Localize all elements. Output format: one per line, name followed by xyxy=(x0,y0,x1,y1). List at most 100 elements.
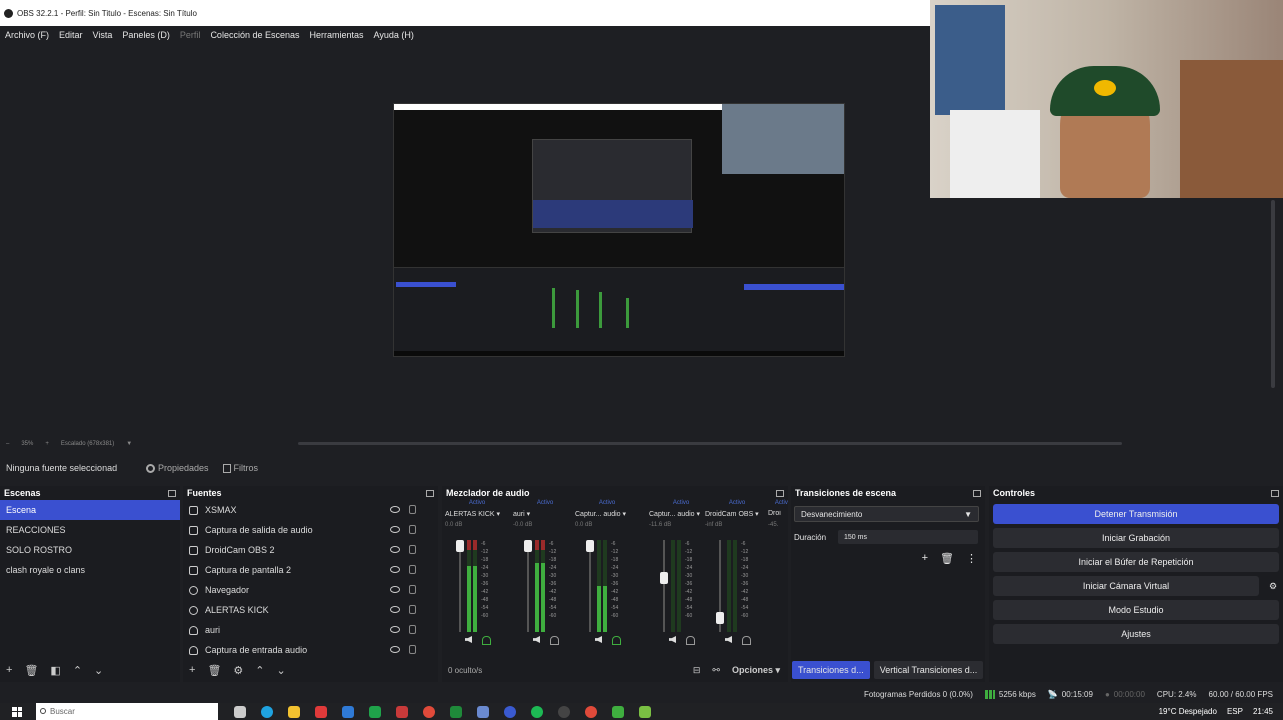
xbox-icon[interactable] xyxy=(450,705,462,718)
headphones-icon[interactable] xyxy=(550,636,559,645)
volume-knob[interactable] xyxy=(586,540,594,552)
menu-paneles[interactable]: Paneles (D) xyxy=(122,30,170,40)
source-item[interactable]: XSMAX xyxy=(183,500,438,520)
eye-icon[interactable] xyxy=(390,626,400,633)
scene-item[interactable]: Escena xyxy=(0,500,180,520)
menu-coleccion-escenas[interactable]: Colección de Escenas xyxy=(210,30,299,40)
channel-name[interactable]: auri ▾ xyxy=(513,510,577,522)
edge-icon[interactable] xyxy=(261,705,273,718)
start-replay-buffer-button[interactable]: Iniciar el Búfer de Repetición xyxy=(993,552,1279,572)
properties-button[interactable]: Propiedades xyxy=(146,463,209,473)
scene-filters-icon[interactable]: ◧ xyxy=(50,664,60,677)
more-options-icon[interactable]: ⋮ xyxy=(966,552,977,565)
channel-name[interactable]: Captur... audio ▾ xyxy=(575,510,639,522)
volume-slider[interactable] xyxy=(456,540,464,632)
undock-icon[interactable] xyxy=(1271,489,1279,497)
remove-transition-icon[interactable]: 🗑 xyxy=(940,552,954,565)
store-icon[interactable] xyxy=(315,705,327,718)
move-up-icon[interactable]: ⌃ xyxy=(255,664,264,677)
language[interactable]: ESP xyxy=(1227,707,1243,716)
headphones-icon[interactable] xyxy=(686,636,695,645)
headphones-icon[interactable] xyxy=(612,636,621,645)
speaker-icon[interactable] xyxy=(465,636,472,643)
move-up-icon[interactable]: ⌃ xyxy=(73,664,82,677)
app-icon[interactable] xyxy=(504,705,516,718)
transition-select[interactable]: Desvanecimiento ▼ xyxy=(794,506,979,522)
menu-editar[interactable]: Editar xyxy=(59,30,83,40)
speaker-icon[interactable] xyxy=(725,636,732,643)
lock-icon[interactable] xyxy=(409,605,416,614)
taskbar-search[interactable]: Buscar xyxy=(36,703,218,720)
menu-perfil[interactable]: Perfil xyxy=(180,30,201,40)
speaker-icon[interactable] xyxy=(533,636,540,643)
options-button[interactable]: Opciones ▾ xyxy=(732,665,780,676)
eye-icon[interactable] xyxy=(390,606,400,613)
stop-streaming-button[interactable]: Detener Transmisión xyxy=(993,504,1279,524)
chevron-down-icon[interactable]: ▼ xyxy=(126,441,132,447)
lock-icon[interactable] xyxy=(409,625,416,634)
obs-taskbar-icon[interactable] xyxy=(558,705,570,718)
lock-icon[interactable] xyxy=(409,545,416,554)
move-down-icon[interactable]: ⌄ xyxy=(94,664,103,677)
remove-source-icon[interactable]: 🗑 xyxy=(207,664,221,677)
chrome-icon[interactable] xyxy=(423,705,435,718)
preview-horizontal-scrollbar[interactable] xyxy=(298,442,1122,445)
volume-knob[interactable] xyxy=(524,540,532,552)
remove-scene-icon[interactable]: 🗑 xyxy=(24,664,38,677)
headphones-icon[interactable] xyxy=(742,636,751,645)
source-item[interactable]: Navegador xyxy=(183,580,438,600)
lock-icon[interactable] xyxy=(409,525,416,534)
file-explorer-icon[interactable] xyxy=(288,705,300,718)
lock-icon[interactable] xyxy=(409,585,416,594)
weather-text[interactable]: 19°C Despejado xyxy=(1159,707,1217,716)
filters-button[interactable]: Filtros xyxy=(222,463,258,473)
add-transition-icon[interactable]: + xyxy=(922,552,928,565)
source-settings-icon[interactable]: ⚙ xyxy=(233,664,243,677)
menu-vista[interactable]: Vista xyxy=(93,30,113,40)
lock-icon[interactable] xyxy=(409,645,416,654)
menu-archivo[interactable]: Archivo (F) xyxy=(5,30,49,40)
volume-slider[interactable] xyxy=(716,540,724,632)
volume-slider[interactable] xyxy=(524,540,532,632)
studio-mode-button[interactable]: Modo Estudio xyxy=(993,600,1279,620)
start-recording-button[interactable]: Iniciar Grabación xyxy=(993,528,1279,548)
preview-vertical-scrollbar[interactable] xyxy=(1271,200,1275,388)
undock-icon[interactable] xyxy=(973,489,981,497)
undock-icon[interactable] xyxy=(426,489,434,497)
windows-start-icon[interactable] xyxy=(12,706,22,717)
volume-slider[interactable] xyxy=(586,540,594,632)
source-item[interactable]: DroidCam OBS 2 xyxy=(183,540,438,560)
undock-icon[interactable] xyxy=(776,489,784,497)
channel-name[interactable]: ALERTAS KICK ▾ xyxy=(445,510,509,522)
app-icon[interactable] xyxy=(342,705,354,718)
volume-knob[interactable] xyxy=(660,572,668,584)
source-item[interactable]: Captura de pantalla 2 xyxy=(183,560,438,580)
eye-icon[interactable] xyxy=(390,646,400,653)
speaker-icon[interactable] xyxy=(669,636,676,643)
eye-icon[interactable] xyxy=(390,526,400,533)
preview-canvas[interactable] xyxy=(393,103,845,357)
volume-knob[interactable] xyxy=(456,540,464,552)
scene-item[interactable]: REACCIONES xyxy=(0,520,180,540)
source-item[interactable]: auri xyxy=(183,620,438,640)
chrome-icon[interactable] xyxy=(585,705,597,718)
headphones-icon[interactable] xyxy=(482,636,491,645)
spotify-icon[interactable] xyxy=(531,705,543,718)
add-scene-icon[interactable]: + xyxy=(6,664,12,676)
lock-icon[interactable] xyxy=(409,565,416,574)
channel-name[interactable]: DroidCam OBS ▾ xyxy=(705,510,769,522)
source-item[interactable]: Captura de salida de audio xyxy=(183,520,438,540)
minecraft-icon[interactable] xyxy=(639,705,651,718)
zoom-in-icon[interactable]: + xyxy=(45,441,49,447)
layout-toggle-icon[interactable]: ⊟ xyxy=(693,665,701,676)
tab-transitions[interactable]: Transiciones d... xyxy=(792,661,870,679)
tab-vertical-transitions[interactable]: Vertical Transiciones d... xyxy=(873,661,984,679)
scene-item[interactable]: clash royale o clans xyxy=(0,560,180,580)
undock-icon[interactable] xyxy=(168,489,176,497)
task-view-icon[interactable] xyxy=(234,705,246,718)
gear-icon[interactable]: ⚙ xyxy=(1263,581,1283,592)
start-virtual-camera-button[interactable]: Iniciar Cámara Virtual xyxy=(993,576,1259,596)
source-item[interactable]: ALERTAS KICK xyxy=(183,600,438,620)
menu-ayuda[interactable]: Ayuda (H) xyxy=(374,30,414,40)
volume-knob[interactable] xyxy=(716,612,724,624)
